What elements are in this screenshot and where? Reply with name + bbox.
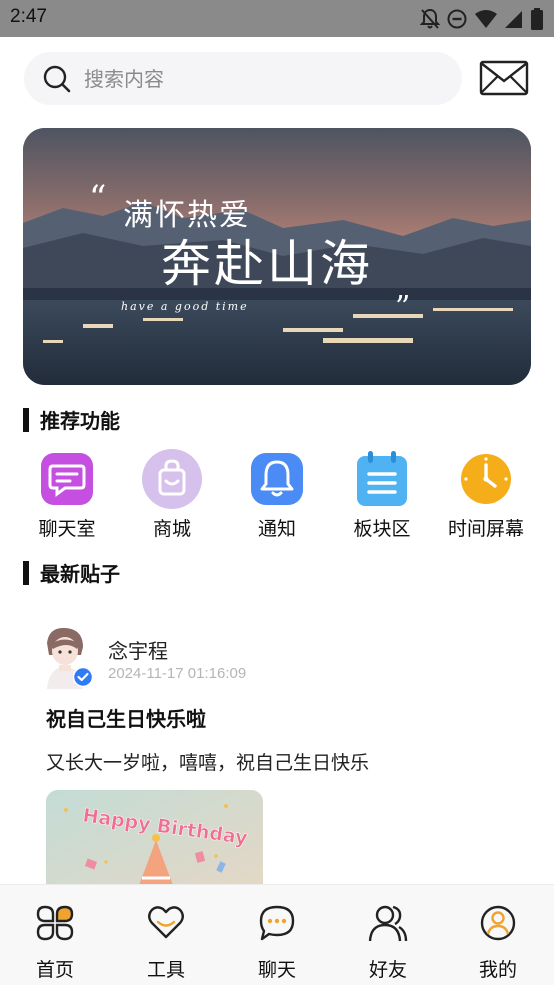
feature-shop[interactable]: 商城 bbox=[122, 448, 222, 541]
bottom-navigation: 首页 工具 聊天 好友 我的 bbox=[0, 884, 554, 985]
section-marker bbox=[23, 560, 29, 585]
shopping-bag-icon bbox=[141, 448, 203, 510]
status-bar: 2:47 bbox=[0, 0, 554, 37]
nav-label: 好友 bbox=[368, 959, 407, 981]
post-title[interactable]: 祝自己生日快乐啦 bbox=[46, 703, 206, 732]
bell-icon bbox=[246, 448, 308, 510]
section-title: 推荐功能 bbox=[40, 409, 120, 433]
search-bar[interactable] bbox=[24, 52, 462, 105]
feature-label: 聊天室 bbox=[38, 518, 96, 540]
chat-room-icon bbox=[36, 448, 98, 510]
section-marker bbox=[23, 407, 29, 432]
clock-icon bbox=[455, 448, 517, 510]
nav-profile[interactable]: 我的 bbox=[458, 903, 538, 982]
nav-chat[interactable]: 聊天 bbox=[237, 903, 317, 982]
feature-label: 板块区 bbox=[353, 518, 411, 540]
post-content[interactable]: 又长大一岁啦，嘻嘻，祝自己生日快乐 bbox=[46, 748, 369, 775]
feature-grid: 聊天室 商城 通知 板块区 时间屏幕 bbox=[0, 448, 554, 540]
section-title: 最新贴子 bbox=[40, 562, 120, 586]
section-header-recommended: 推荐功能 bbox=[23, 405, 120, 434]
mail-icon[interactable] bbox=[479, 60, 529, 96]
feature-chat-room[interactable]: 聊天室 bbox=[17, 448, 117, 541]
nav-label: 首页 bbox=[35, 959, 74, 981]
home-icon bbox=[36, 905, 74, 941]
signal-icon bbox=[505, 11, 522, 28]
wifi-icon bbox=[475, 10, 497, 28]
feature-time-screen[interactable]: 时间屏幕 bbox=[436, 448, 536, 541]
search-icon bbox=[43, 65, 71, 93]
quote-open-icon: “ bbox=[89, 178, 107, 218]
nav-home[interactable]: 首页 bbox=[15, 903, 95, 982]
quote-close-icon: ” bbox=[395, 290, 411, 325]
nav-label: 工具 bbox=[146, 959, 185, 981]
feature-label: 通知 bbox=[257, 518, 296, 540]
feature-board[interactable]: 板块区 bbox=[332, 448, 432, 541]
post-timestamp: 2024-11-17 01:16:09 bbox=[108, 665, 247, 682]
feature-notification[interactable]: 通知 bbox=[227, 448, 327, 541]
nav-label: 我的 bbox=[478, 959, 517, 981]
section-header-latest-posts: 最新贴子 bbox=[23, 558, 120, 587]
banner-title-line2: 奔赴山海 bbox=[161, 235, 373, 293]
notepad-icon bbox=[351, 448, 413, 510]
nav-friends[interactable]: 好友 bbox=[348, 903, 428, 982]
nav-label: 聊天 bbox=[257, 959, 296, 981]
feature-label: 时间屏幕 bbox=[447, 518, 524, 540]
heart-icon bbox=[148, 906, 184, 939]
avatar[interactable] bbox=[37, 625, 93, 689]
banner-subtitle: have a good time bbox=[121, 300, 249, 313]
profile-icon bbox=[480, 905, 516, 941]
friends-icon bbox=[368, 905, 408, 942]
verified-badge-icon bbox=[73, 667, 93, 687]
status-icons bbox=[420, 7, 544, 31]
feature-label: 商城 bbox=[152, 518, 191, 540]
notifications-off-icon bbox=[420, 8, 440, 29]
chat-bubble-icon bbox=[259, 905, 295, 941]
banner[interactable]: “ 满怀热爱 奔赴山海 have a good time ” bbox=[23, 128, 531, 385]
post-author[interactable]: 念宇程 bbox=[108, 635, 168, 664]
search-input[interactable] bbox=[84, 52, 444, 105]
nav-tools[interactable]: 工具 bbox=[126, 903, 206, 982]
status-time: 2:47 bbox=[10, 6, 47, 27]
battery-icon bbox=[531, 8, 543, 30]
do-not-disturb-icon bbox=[447, 9, 467, 29]
